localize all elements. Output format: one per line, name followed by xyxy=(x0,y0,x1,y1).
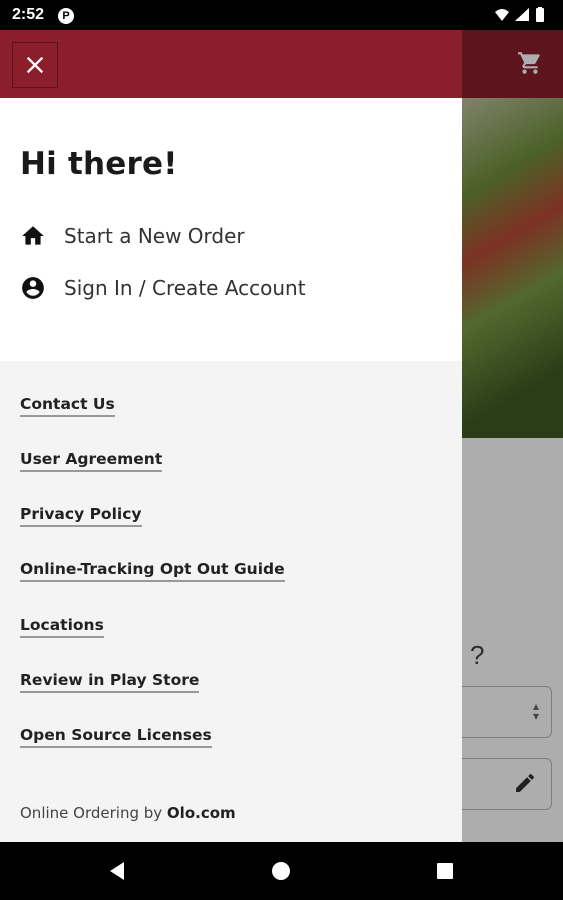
status-icons xyxy=(493,7,553,23)
home-circle-icon[interactable] xyxy=(268,858,294,884)
battery-icon xyxy=(536,7,544,22)
system-navigation-bar xyxy=(0,842,563,900)
start-new-order-item[interactable]: Start a New Order xyxy=(20,218,245,254)
drawer-header xyxy=(0,30,462,98)
menu-item-label: Start a New Order xyxy=(64,224,245,248)
opt-out-guide-link[interactable]: Online-Tracking Opt Out Guide xyxy=(20,560,285,582)
powered-by-prefix: Online Ordering by xyxy=(20,804,167,822)
app-notification-icon: P xyxy=(58,8,74,24)
olo-link[interactable]: Olo.com xyxy=(167,804,236,822)
review-play-store-link[interactable]: Review in Play Store xyxy=(20,671,200,693)
back-icon[interactable] xyxy=(104,858,130,884)
close-icon xyxy=(26,56,44,74)
navigation-drawer: Hi there! Start a New Order Sign In / Cr… xyxy=(0,30,462,842)
user-agreement-link[interactable]: User Agreement xyxy=(20,450,163,472)
powered-by-text: Online Ordering by Olo.com xyxy=(20,804,236,822)
locations-link[interactable]: Locations xyxy=(20,616,104,638)
signal-icon xyxy=(515,8,529,21)
menu-item-label: Sign In / Create Account xyxy=(64,276,306,300)
wifi-icon xyxy=(495,9,509,21)
close-button[interactable] xyxy=(12,42,58,88)
privacy-policy-link[interactable]: Privacy Policy xyxy=(20,505,142,527)
drawer-account-section: Hi there! Start a New Order Sign In / Cr… xyxy=(0,98,462,361)
account-circle-icon xyxy=(20,275,46,301)
status-bar: 2:52 P xyxy=(0,0,563,30)
open-source-licenses-link[interactable]: Open Source Licenses xyxy=(20,726,212,748)
recents-icon[interactable] xyxy=(432,858,458,884)
status-time: 2:52 xyxy=(12,6,45,23)
contact-us-link[interactable]: Contact Us xyxy=(20,395,115,417)
home-icon xyxy=(20,223,46,249)
greeting-title: Hi there! xyxy=(20,146,178,182)
sign-in-item[interactable]: Sign In / Create Account xyxy=(20,270,306,306)
